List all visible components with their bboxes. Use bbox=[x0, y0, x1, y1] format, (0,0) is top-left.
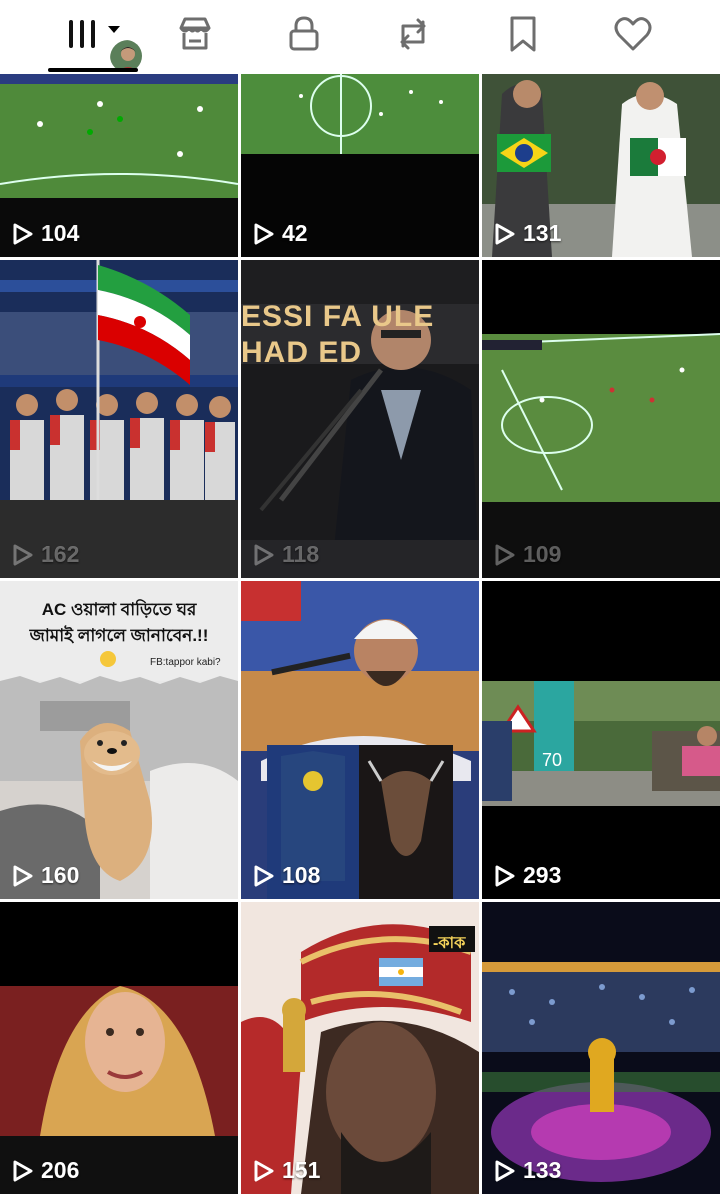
video-thumbnail[interactable]: 108 bbox=[241, 581, 479, 899]
play-icon bbox=[254, 1160, 274, 1181]
football-field-thumbnail bbox=[482, 260, 720, 578]
tab-reposts[interactable] bbox=[383, 10, 443, 58]
view-count: 160 bbox=[12, 862, 79, 889]
team-photo-flag-thumbnail bbox=[0, 260, 238, 578]
active-tab-indicator bbox=[48, 68, 138, 72]
view-count: 104 bbox=[12, 220, 79, 247]
play-icon bbox=[495, 865, 515, 886]
profile-tab-bar bbox=[0, 0, 720, 74]
view-count: 42 bbox=[253, 220, 308, 247]
groom-trophy-thumbnail: -কাক bbox=[241, 902, 479, 1194]
video-thumbnail[interactable]: -কাক 151 bbox=[241, 902, 479, 1194]
play-icon bbox=[13, 1160, 33, 1181]
view-count: 109 bbox=[494, 541, 561, 568]
video-thumbnail[interactable]: 70 293 bbox=[482, 581, 720, 899]
caption-line-1: AC ওয়ালা বাড়িতে ঘর bbox=[41, 600, 197, 619]
video-grid: 104 42 131 162 ESSI FA ULE HAD ED 118 10… bbox=[0, 74, 720, 1194]
video-thumbnail[interactable]: 104 bbox=[0, 74, 238, 257]
video-thumbnail[interactable]: 42 bbox=[241, 74, 479, 257]
play-icon bbox=[13, 544, 33, 565]
play-icon bbox=[13, 223, 33, 244]
view-count: 162 bbox=[12, 541, 79, 568]
shop-icon bbox=[179, 17, 211, 50]
tab-private[interactable] bbox=[274, 10, 334, 58]
video-thumbnail[interactable]: ESSI FA ULE HAD ED 118 bbox=[241, 260, 479, 578]
video-thumbnail[interactable]: AC ওয়ালা বাড়িতে ঘর জামাই লাগলে জানাবেন… bbox=[0, 581, 238, 899]
singer-portrait-thumbnail bbox=[0, 902, 238, 1194]
lock-icon bbox=[289, 16, 319, 51]
chevron-down-icon[interactable] bbox=[108, 26, 120, 33]
banner-text-line-1: ESSI FA ULE bbox=[241, 300, 435, 333]
video-thumbnail[interactable]: 131 bbox=[482, 74, 720, 257]
tab-shop[interactable] bbox=[165, 10, 225, 58]
play-icon bbox=[495, 544, 515, 565]
caption-tag: FB:tappor kabi? bbox=[150, 657, 221, 668]
view-count: 108 bbox=[253, 862, 320, 889]
cleric-jersey-thumbnail bbox=[241, 581, 479, 899]
play-icon bbox=[495, 1160, 515, 1181]
video-thumbnail[interactable]: 162 bbox=[0, 260, 238, 578]
street-scene-thumbnail: 70 bbox=[482, 581, 720, 899]
stadium-fireworks-thumbnail bbox=[482, 902, 720, 1194]
view-count: 118 bbox=[253, 541, 319, 568]
caption-line-2: জামাই লাগলে জানাবেন.!! bbox=[29, 626, 209, 645]
view-count: 206 bbox=[12, 1157, 79, 1184]
tab-liked[interactable] bbox=[603, 10, 663, 58]
repost-icon bbox=[400, 18, 426, 50]
tab-videos[interactable] bbox=[52, 10, 112, 58]
emoji-icon bbox=[100, 651, 116, 667]
play-icon bbox=[495, 223, 515, 244]
sticker-label: -কাক bbox=[433, 935, 466, 952]
play-icon bbox=[254, 865, 274, 886]
video-thumbnail[interactable]: 133 bbox=[482, 902, 720, 1194]
view-count: 293 bbox=[494, 862, 561, 889]
play-icon bbox=[13, 865, 33, 886]
view-count: 131 bbox=[494, 220, 561, 247]
play-icon bbox=[254, 223, 274, 244]
view-count: 151 bbox=[253, 1157, 320, 1184]
banner-text-line-2: HAD ED bbox=[241, 336, 363, 369]
video-thumbnail[interactable]: 109 bbox=[482, 260, 720, 578]
play-icon bbox=[254, 544, 274, 565]
heart-icon bbox=[614, 17, 652, 51]
view-count: 133 bbox=[494, 1157, 561, 1184]
svg-text:70: 70 bbox=[542, 750, 562, 770]
bookmark-icon bbox=[510, 16, 536, 52]
dog-meme-thumbnail: AC ওয়ালা বাড়িতে ঘর জামাই লাগলে জানাবেন… bbox=[0, 581, 238, 899]
video-thumbnail[interactable]: 206 bbox=[0, 902, 238, 1194]
tab-favorites[interactable] bbox=[493, 10, 553, 58]
grid-bars-icon bbox=[69, 20, 95, 48]
speaker-podium-thumbnail: ESSI FA ULE HAD ED bbox=[241, 260, 479, 578]
